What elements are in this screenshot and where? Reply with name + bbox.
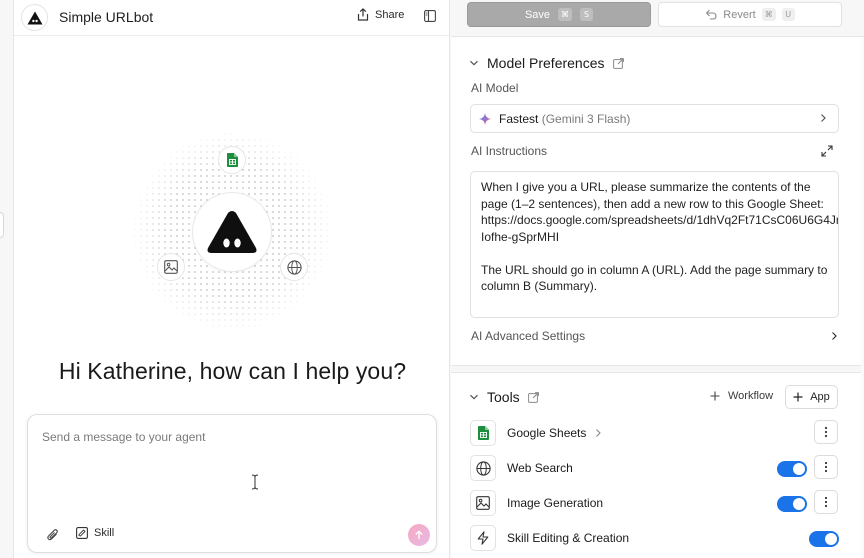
tool-menu-button[interactable] <box>814 455 838 479</box>
more-vertical-icon <box>824 461 828 473</box>
globe-icon <box>286 259 302 275</box>
app-title: Simple URLbot <box>59 9 154 25</box>
lightning-icon <box>477 531 489 545</box>
tool-icon-box <box>470 455 496 481</box>
share-label: Share <box>375 8 405 21</box>
skill-editing-toggle[interactable] <box>809 531 839 547</box>
tool-icon-box <box>470 420 496 446</box>
skill-button[interactable]: Skill <box>76 527 114 539</box>
toggle-panel-icon[interactable] <box>424 10 436 22</box>
tool-menu-button[interactable] <box>814 420 838 444</box>
ai-model-select[interactable]: Fastest (Gemini 3 Flash) <box>470 104 839 133</box>
collapsed-sidebar-handle[interactable] <box>0 212 4 238</box>
sheets-orb <box>218 146 246 174</box>
plus-icon <box>793 392 803 402</box>
ai-instructions-textarea[interactable]: When I give you a URL, please summarize … <box>470 171 839 318</box>
workflow-label: Workflow <box>728 390 774 402</box>
chevron-right-icon <box>832 332 837 340</box>
external-link-icon[interactable] <box>527 391 539 403</box>
expand-icon[interactable] <box>821 145 833 157</box>
tool-icon-box <box>470 525 496 551</box>
message-composer: Skill <box>27 414 437 553</box>
chat-pane: Simple URLbot Share Hi Katherine, how ca… <box>13 0 450 558</box>
message-input[interactable] <box>42 430 422 444</box>
share-icon <box>357 8 369 21</box>
chevron-down-icon <box>470 394 478 400</box>
tool-label: Web Search <box>507 461 573 475</box>
tools-section: Tools Workflow App Google Sheets Web Sea… <box>451 372 864 558</box>
more-vertical-icon <box>824 496 828 508</box>
plus-icon <box>710 391 720 401</box>
skill-label: Skill <box>94 527 115 539</box>
image-orb <box>157 253 185 281</box>
share-button[interactable]: Share <box>357 8 404 21</box>
save-button[interactable]: Save ⌘ S <box>467 2 651 27</box>
agent-logo-icon <box>207 211 257 253</box>
revert-key-cmd: ⌘ <box>761 8 776 21</box>
tool-row-google-sheets[interactable]: Google Sheets <box>470 420 840 446</box>
revert-key-u: U <box>781 8 795 21</box>
google-sheets-icon <box>477 426 489 440</box>
revert-label: Revert <box>723 8 756 21</box>
chat-header: Simple URLbot Share <box>14 0 449 36</box>
tool-row-skill-editing: Skill Editing & Creation <box>470 525 840 551</box>
save-key-cmd: ⌘ <box>558 8 573 21</box>
tool-row-image-generation: Image Generation <box>470 490 840 516</box>
ai-model-detail: (Gemini 3 Flash) <box>541 111 631 126</box>
ai-instructions-label: AI Instructions <box>471 144 548 158</box>
tool-row-web-search: Web Search <box>470 455 840 481</box>
image-icon <box>476 496 490 510</box>
save-key-s: S <box>580 8 594 21</box>
ai-advanced-settings-label: AI Advanced Settings <box>471 329 586 343</box>
ai-model-name: Fastest <box>499 111 539 126</box>
save-toolbar: Save ⌘ S Revert ⌘ U <box>451 0 864 37</box>
tool-menu-button[interactable] <box>814 490 838 514</box>
attach-icon[interactable] <box>46 528 60 542</box>
tools-header[interactable]: Tools <box>469 389 539 405</box>
globe-icon <box>475 460 491 476</box>
ai-model-label: AI Model <box>471 81 519 95</box>
gemini-sparkle-icon <box>479 112 491 125</box>
external-link-icon[interactable] <box>612 57 624 69</box>
greeting-heading: Hi Katherine, how can I help you? <box>58 358 407 384</box>
ai-advanced-settings-row[interactable]: AI Advanced Settings <box>471 329 839 343</box>
send-button[interactable] <box>408 524 430 546</box>
chevron-down-icon <box>470 60 478 66</box>
image-icon <box>164 260 178 274</box>
revert-button[interactable]: Revert ⌘ U <box>658 2 842 27</box>
model-preferences-section: Model Preferences AI Model Fastest (Gemi… <box>451 37 864 366</box>
more-vertical-icon <box>824 426 828 438</box>
tools-title: Tools <box>487 389 520 405</box>
add-app-button[interactable]: App <box>785 385 838 409</box>
image-generation-toggle[interactable] <box>777 496 807 512</box>
agent-logo-icon <box>27 11 42 24</box>
skill-icon <box>76 527 88 539</box>
tool-label: Google Sheets <box>507 426 587 440</box>
tool-icon-box <box>470 490 496 516</box>
add-workflow-button[interactable]: Workflow <box>710 390 773 402</box>
app-logo <box>21 4 48 31</box>
undo-icon <box>706 9 717 20</box>
tool-label: Skill Editing & Creation <box>507 531 630 545</box>
chevron-right-icon <box>821 114 826 122</box>
chevron-right-icon <box>596 429 602 437</box>
app-label: App <box>810 391 830 403</box>
google-sheets-icon <box>226 153 238 167</box>
config-pane: Save ⌘ S Revert ⌘ U Model Preferences AI… <box>451 0 864 558</box>
tool-label: Image Generation <box>507 496 604 510</box>
model-preferences-title: Model Preferences <box>487 55 605 71</box>
globe-orb <box>280 253 308 281</box>
web-search-toggle[interactable] <box>777 461 807 477</box>
model-preferences-header[interactable]: Model Preferences <box>469 55 624 71</box>
arrow-up-icon <box>415 530 423 539</box>
agent-avatar <box>192 192 272 272</box>
text-cursor-icon <box>251 474 259 490</box>
save-label: Save <box>524 8 551 21</box>
